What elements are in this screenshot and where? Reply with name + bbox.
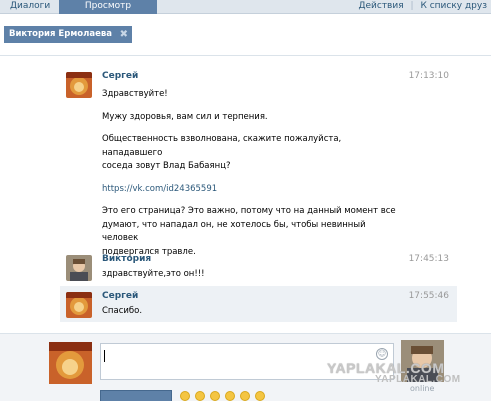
emoji-smile-icon[interactable] bbox=[180, 391, 190, 401]
avatar-lion-icon[interactable] bbox=[66, 72, 92, 98]
profile-link[interactable]: https://vk.com/id24365591 bbox=[102, 183, 402, 197]
tab-view-dialogs[interactable]: Просмотр диалогов bbox=[59, 0, 157, 24]
chip-label: Виктория Ермолаева bbox=[9, 29, 112, 39]
message-time: 17:45:13 bbox=[408, 254, 449, 264]
message-text: Спасибо. bbox=[102, 305, 402, 319]
emoji-smile-icon[interactable] bbox=[255, 391, 266, 401]
my-avatar-icon[interactable] bbox=[49, 342, 92, 384]
friends-list-link[interactable]: К списку друз bbox=[420, 1, 487, 11]
tab-dialogs[interactable]: Диалоги bbox=[4, 0, 56, 14]
separator: | bbox=[410, 1, 414, 11]
avatar-lion-icon[interactable] bbox=[66, 292, 92, 318]
emoji-smile-icon[interactable] bbox=[240, 391, 251, 401]
actions-link[interactable]: Действия bbox=[358, 1, 403, 11]
message-line: Общественность взволнована, скажите пожа… bbox=[102, 134, 342, 158]
top-right-links: Действия | К списку друз bbox=[358, 0, 487, 14]
message-time: 17:13:10 bbox=[408, 71, 449, 81]
emoji-smile-icon[interactable] bbox=[195, 391, 206, 401]
message-line: Спасибо. bbox=[102, 306, 143, 316]
message-text: здравствуйте,это он!!! bbox=[102, 268, 402, 282]
message-author[interactable]: Сергей bbox=[102, 71, 138, 81]
top-nav-bar: Диалоги Просмотр диалогов Действия | К с… bbox=[0, 0, 491, 24]
conversation-chip[interactable]: Виктория Ермолаева ✖ bbox=[4, 26, 132, 43]
message-line: здравствуйте,это он!!! bbox=[102, 269, 205, 279]
message-author[interactable]: Сергей bbox=[102, 291, 138, 301]
message-history[interactable]: Сергей 17:13:10 Здравствуйте! Мужу здоро… bbox=[4, 57, 487, 332]
conversation-tabs: Виктория Ермолаева ✖ bbox=[0, 14, 491, 56]
emoji-bar bbox=[180, 391, 267, 401]
message-author[interactable]: Виктория bbox=[102, 254, 151, 264]
message-line: Мужу здоровья, вам сил и терпения. bbox=[102, 111, 268, 122]
message-line: Здравствуйте! bbox=[102, 89, 168, 99]
message-line: соседа зовут Влад Бабаянц? bbox=[102, 161, 231, 171]
emoji-smile-icon[interactable] bbox=[210, 391, 221, 401]
message-line: думают, что нападал он, не хотелось бы, … bbox=[102, 219, 366, 244]
text-caret bbox=[104, 350, 105, 362]
message-item: Сергей 17:13:10 Здравствуйте! Мужу здоро… bbox=[60, 66, 457, 257]
watermark-text-secondary: YAPLAKAL.COM bbox=[375, 374, 461, 385]
message-item: Виктория 17:45:13 здравствуйте,это он!!! bbox=[60, 249, 457, 287]
emoji-smile-icon[interactable] bbox=[225, 391, 236, 401]
message-text: Здравствуйте! Мужу здоровья, вам сил и т… bbox=[102, 88, 402, 259]
close-icon[interactable]: ✖ bbox=[120, 26, 128, 43]
message-time: 17:55:46 bbox=[408, 291, 449, 301]
message-item: Сергей 17:55:46 Спасибо. bbox=[60, 286, 457, 322]
avatar-photo-icon[interactable] bbox=[66, 255, 92, 281]
send-button[interactable] bbox=[100, 390, 172, 401]
message-line: Это его страница? Это важно, потому что … bbox=[102, 206, 396, 216]
watermark-logo: YAPLAKAL.COM YAPLAKAL.COM bbox=[327, 361, 460, 385]
emoji-icon[interactable]: ☺ bbox=[376, 348, 388, 360]
